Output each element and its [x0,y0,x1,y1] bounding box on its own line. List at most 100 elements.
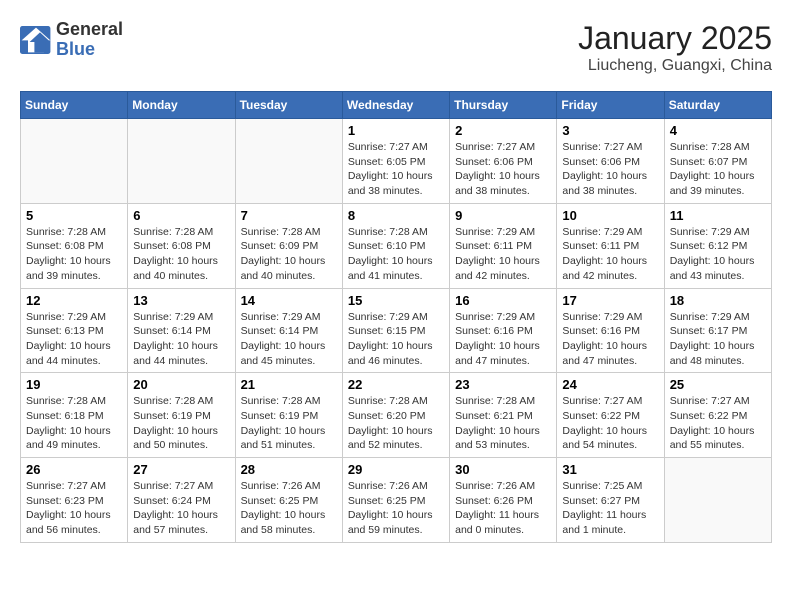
day-number: 24 [562,377,658,392]
day-info: Sunrise: 7:29 AMSunset: 6:11 PMDaylight:… [455,225,551,284]
day-number: 21 [241,377,337,392]
day-info: Sunrise: 7:27 AMSunset: 6:22 PMDaylight:… [562,394,658,453]
day-number: 20 [133,377,229,392]
day-number: 27 [133,462,229,477]
day-number: 19 [26,377,122,392]
day-info: Sunrise: 7:29 AMSunset: 6:14 PMDaylight:… [241,310,337,369]
day-info: Sunrise: 7:27 AMSunset: 6:22 PMDaylight:… [670,394,766,453]
logo-line2: Blue [56,39,95,59]
calendar-cell: 26 Sunrise: 7:27 AMSunset: 6:23 PMDayligh… [21,458,128,543]
day-info: Sunrise: 7:29 AMSunset: 6:15 PMDaylight:… [348,310,444,369]
day-number: 10 [562,208,658,223]
day-number: 17 [562,293,658,308]
day-number: 15 [348,293,444,308]
day-info: Sunrise: 7:27 AMSunset: 6:06 PMDaylight:… [455,140,551,199]
calendar-cell: 4 Sunrise: 7:28 AMSunset: 6:07 PMDaylight… [664,119,771,204]
day-info: Sunrise: 7:27 AMSunset: 6:23 PMDaylight:… [26,479,122,538]
weekday-header: Sunday [21,92,128,119]
calendar-cell [21,119,128,204]
day-info: Sunrise: 7:29 AMSunset: 6:13 PMDaylight:… [26,310,122,369]
logo-icon [20,26,52,54]
calendar-cell [235,119,342,204]
day-number: 2 [455,123,551,138]
calendar-cell: 2 Sunrise: 7:27 AMSunset: 6:06 PMDaylight… [450,119,557,204]
calendar-cell: 22Sunrise: 7:28 AMSunset: 6:20 PMDayligh… [342,373,449,458]
day-info: Sunrise: 7:27 AMSunset: 6:24 PMDaylight:… [133,479,229,538]
day-number: 9 [455,208,551,223]
logo-line1: General [56,19,123,39]
day-info: Sunrise: 7:25 AMSunset: 6:27 PMDaylight:… [562,479,658,538]
day-info: Sunrise: 7:26 AMSunset: 6:26 PMDaylight:… [455,479,551,538]
day-number: 7 [241,208,337,223]
calendar-cell: 21 Sunrise: 7:28 AMSunset: 6:19 PMDayligh… [235,373,342,458]
day-info: Sunrise: 7:28 AMSunset: 6:19 PMDaylight:… [133,394,229,453]
day-number: 4 [670,123,766,138]
day-number: 18 [670,293,766,308]
calendar-cell: 8 Sunrise: 7:28 AMSunset: 6:10 PMDaylight… [342,203,449,288]
page-header: General Blue January 2025 Liucheng, Guan… [20,20,772,75]
day-info: Sunrise: 7:28 AMSunset: 6:08 PMDaylight:… [133,225,229,284]
day-info: Sunrise: 7:28 AMSunset: 6:21 PMDaylight:… [455,394,551,453]
day-info: Sunrise: 7:28 AMSunset: 6:19 PMDaylight:… [241,394,337,453]
day-number: 1 [348,123,444,138]
day-info: Sunrise: 7:29 AMSunset: 6:12 PMDaylight:… [670,225,766,284]
day-number: 13 [133,293,229,308]
weekday-header-row: SundayMondayTuesdayWednesdayThursdayFrid… [21,92,772,119]
day-info: Sunrise: 7:26 AMSunset: 6:25 PMDaylight:… [348,479,444,538]
weekday-header: Friday [557,92,664,119]
weekday-header: Wednesday [342,92,449,119]
day-info: Sunrise: 7:28 AMSunset: 6:08 PMDaylight:… [26,225,122,284]
calendar-cell: 25 Sunrise: 7:27 AMSunset: 6:22 PMDayligh… [664,373,771,458]
day-number: 28 [241,462,337,477]
day-number: 26 [26,462,122,477]
day-info: Sunrise: 7:28 AMSunset: 6:10 PMDaylight:… [348,225,444,284]
calendar-cell: 28 Sunrise: 7:26 AMSunset: 6:25 PMDayligh… [235,458,342,543]
weekday-header: Saturday [664,92,771,119]
calendar-cell: 12 Sunrise: 7:29 AMSunset: 6:13 PMDayligh… [21,288,128,373]
day-number: 31 [562,462,658,477]
day-info: Sunrise: 7:29 AMSunset: 6:14 PMDaylight:… [133,310,229,369]
day-info: Sunrise: 7:27 AMSunset: 6:06 PMDaylight:… [562,140,658,199]
calendar-cell: 13 Sunrise: 7:29 AMSunset: 6:14 PMDayligh… [128,288,235,373]
day-info: Sunrise: 7:28 AMSunset: 6:09 PMDaylight:… [241,225,337,284]
day-info: Sunrise: 7:29 AMSunset: 6:11 PMDaylight:… [562,225,658,284]
calendar-week-row: 19Sunrise: 7:28 AMSunset: 6:18 PMDayligh… [21,373,772,458]
calendar-week-row: 1 Sunrise: 7:27 AMSunset: 6:05 PMDaylight… [21,119,772,204]
calendar-cell: 5 Sunrise: 7:28 AMSunset: 6:08 PMDaylight… [21,203,128,288]
title-block: January 2025 Liucheng, Guangxi, China [578,20,772,75]
day-number: 25 [670,377,766,392]
calendar-cell: 14 Sunrise: 7:29 AMSunset: 6:14 PMDayligh… [235,288,342,373]
calendar-cell: 19Sunrise: 7:28 AMSunset: 6:18 PMDayligh… [21,373,128,458]
calendar-cell: 18Sunrise: 7:29 AMSunset: 6:17 PMDayligh… [664,288,771,373]
calendar-cell: 16 Sunrise: 7:29 AMSunset: 6:16 PMDayligh… [450,288,557,373]
calendar-cell: 15 Sunrise: 7:29 AMSunset: 6:15 PMDayligh… [342,288,449,373]
logo: General Blue [20,20,123,60]
calendar-cell: 3Sunrise: 7:27 AMSunset: 6:06 PMDaylight… [557,119,664,204]
calendar-cell: 9 Sunrise: 7:29 AMSunset: 6:11 PMDaylight… [450,203,557,288]
weekday-header: Tuesday [235,92,342,119]
calendar-cell: 30Sunrise: 7:26 AMSunset: 6:26 PMDayligh… [450,458,557,543]
calendar-week-row: 12 Sunrise: 7:29 AMSunset: 6:13 PMDayligh… [21,288,772,373]
calendar-cell: 20 Sunrise: 7:28 AMSunset: 6:19 PMDayligh… [128,373,235,458]
day-number: 23 [455,377,551,392]
day-info: Sunrise: 7:28 AMSunset: 6:20 PMDaylight:… [348,394,444,453]
day-number: 5 [26,208,122,223]
day-info: Sunrise: 7:29 AMSunset: 6:16 PMDaylight:… [455,310,551,369]
calendar-cell: 23 Sunrise: 7:28 AMSunset: 6:21 PMDayligh… [450,373,557,458]
day-info: Sunrise: 7:27 AMSunset: 6:05 PMDaylight:… [348,140,444,199]
calendar-cell: 6 Sunrise: 7:28 AMSunset: 6:08 PMDaylight… [128,203,235,288]
day-number: 16 [455,293,551,308]
day-info: Sunrise: 7:26 AMSunset: 6:25 PMDaylight:… [241,479,337,538]
calendar-cell: 11Sunrise: 7:29 AMSunset: 6:12 PMDayligh… [664,203,771,288]
calendar-cell [128,119,235,204]
day-number: 6 [133,208,229,223]
calendar-cell: 24 Sunrise: 7:27 AMSunset: 6:22 PMDayligh… [557,373,664,458]
day-number: 14 [241,293,337,308]
calendar-subtitle: Liucheng, Guangxi, China [578,57,772,75]
day-number: 12 [26,293,122,308]
calendar-title: January 2025 [578,20,772,57]
weekday-header: Thursday [450,92,557,119]
calendar-week-row: 26 Sunrise: 7:27 AMSunset: 6:23 PMDayligh… [21,458,772,543]
day-info: Sunrise: 7:28 AMSunset: 6:07 PMDaylight:… [670,140,766,199]
day-number: 8 [348,208,444,223]
